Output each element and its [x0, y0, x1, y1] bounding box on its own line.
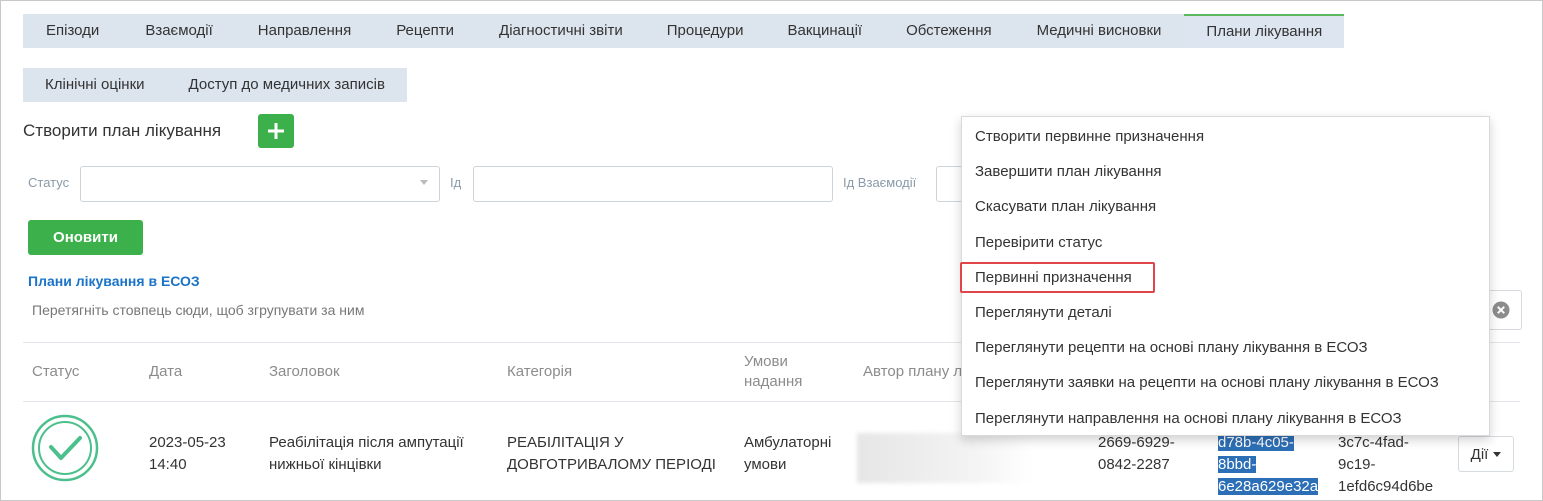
- chevron-down-icon: [420, 180, 428, 185]
- row-title-line2: нижньої кінцівки: [269, 456, 382, 473]
- column-header-status[interactable]: Статус: [32, 362, 79, 382]
- tabs-row-primary: Епізоди Взаємодії Направлення Рецепти Ді…: [23, 14, 1345, 48]
- row-date-day: 2023-05-23: [149, 434, 226, 451]
- row-title: Реабілітація після ампутації нижньої кін…: [269, 432, 464, 476]
- row-id-selected[interactable]: d78b-4c05- 8bbd- 6e28a629e32a: [1218, 432, 1319, 498]
- row-number: 2669-6929- 0842-2287: [1098, 432, 1175, 476]
- tab-encounters[interactable]: Взаємодії: [122, 14, 236, 48]
- menu-item-view-prescription-requests[interactable]: Переглянути заявки на рецепти на основі …: [962, 365, 1489, 400]
- row-category-line2: ДОВГОТРИВАЛОМУ ПЕРІОДІ: [507, 456, 716, 473]
- tab-diagnostic-reports[interactable]: Діагностичні звіти: [477, 14, 645, 48]
- row-category: РЕАБІЛІТАЦІЯ У ДОВГОТРИВАЛОМУ ПЕРІОДІ: [507, 432, 716, 476]
- row-date-time: 14:40: [149, 456, 187, 473]
- close-circle-icon: [1492, 301, 1510, 319]
- row-id-line3: 6e28a629e32a: [1218, 478, 1319, 495]
- tab-prescriptions[interactable]: Рецепти: [373, 14, 478, 48]
- row-title-line1: Реабілітація після ампутації: [269, 434, 464, 451]
- tab-procedures[interactable]: Процедури: [644, 14, 766, 48]
- row-actions-label: Дії: [1470, 445, 1489, 463]
- row-id2: 3c7c-4fad- 9c19- 1efd6c94d6be: [1338, 432, 1433, 498]
- status-filter-select[interactable]: [80, 166, 440, 202]
- plus-icon: [268, 123, 284, 139]
- menu-item-initial-assignments-label: Первинні призначення: [975, 268, 1132, 286]
- row-conditions-line2: умови: [744, 456, 787, 473]
- tab-clinical-assessments[interactable]: Клінічні оцінки: [23, 68, 167, 102]
- column-header-conditions-line1: Умови: [744, 353, 788, 370]
- row-date: 2023-05-23 14:40: [149, 432, 226, 476]
- column-header-conditions-line2: надання: [744, 373, 803, 390]
- id-filter-input[interactable]: [473, 166, 833, 202]
- row-id-line1: d78b-4c05-: [1218, 434, 1294, 451]
- menu-item-view-referrals[interactable]: Переглянути направлення на основі плану …: [962, 401, 1489, 436]
- row-conditions-line1: Амбулаторні: [744, 434, 832, 451]
- id-filter-label: Ід: [450, 175, 462, 190]
- refresh-button[interactable]: Оновити: [28, 220, 143, 255]
- tab-episodes[interactable]: Епізоди: [23, 14, 123, 48]
- menu-item-complete-care-plan[interactable]: Завершити план лікування: [962, 154, 1489, 189]
- menu-item-cancel-care-plan[interactable]: Скасувати план лікування: [962, 189, 1489, 224]
- status-filter-label: Статус: [28, 175, 70, 190]
- tab-medical-records-access[interactable]: Доступ до медичних записів: [166, 68, 407, 102]
- create-care-plan-label: Створити план лікування: [23, 121, 222, 140]
- tab-vaccinations[interactable]: Вакцинації: [765, 14, 885, 48]
- check-circle-icon: [31, 414, 99, 482]
- section-title: Плани лікування в ЕСОЗ: [28, 273, 200, 289]
- row-id2-line2: 9c19-: [1338, 456, 1376, 473]
- caret-down-icon: [1493, 451, 1502, 457]
- menu-item-initial-assignments[interactable]: Первинні призначення: [960, 260, 1489, 295]
- row-id-line2: 8bbd-: [1218, 456, 1257, 473]
- menu-item-check-status[interactable]: Перевірити статус: [962, 225, 1489, 260]
- tab-medical-conclusions[interactable]: Медичні висновки: [1013, 14, 1185, 48]
- menu-item-create-initial-assignment[interactable]: Створити первинне призначення: [962, 119, 1489, 154]
- row-conditions: Амбулаторні умови: [744, 432, 831, 476]
- menu-item-view-prescriptions[interactable]: Переглянути рецепти на основі плану ліку…: [962, 330, 1489, 365]
- tab-observations[interactable]: Обстеження: [884, 14, 1014, 48]
- column-header-conditions[interactable]: Умови надання: [744, 352, 802, 392]
- row-number-line2: 0842-2287: [1098, 456, 1170, 473]
- create-care-plan-button[interactable]: [258, 114, 294, 148]
- row-id2-line3: 1efd6c94d6be: [1338, 478, 1434, 495]
- column-header-author[interactable]: Автор плану л: [863, 362, 962, 382]
- menu-item-view-details[interactable]: Переглянути деталі: [962, 295, 1489, 330]
- group-by-hint[interactable]: Перетягніть стовпець сюди, щоб згрупуват…: [32, 302, 364, 318]
- column-header-date[interactable]: Дата: [149, 362, 182, 382]
- row-category-line1: РЕАБІЛІТАЦІЯ У: [507, 434, 624, 451]
- column-header-title[interactable]: Заголовок: [269, 362, 340, 382]
- redacted-author: [857, 433, 1032, 483]
- tab-referrals[interactable]: Направлення: [235, 14, 374, 48]
- row-actions-button[interactable]: Дії: [1458, 436, 1514, 472]
- actions-dropdown-menu: Створити первинне призначення Завершити …: [960, 116, 1490, 436]
- column-header-category[interactable]: Категорія: [507, 362, 572, 382]
- tabs-row-secondary: Клінічні оцінки Доступ до медичних запис…: [23, 68, 407, 102]
- encounter-id-filter-label: Ід Взаємодії: [843, 175, 917, 190]
- create-care-plan-row: Створити план лікування: [23, 114, 294, 148]
- tab-care-plans[interactable]: Плани лікування: [1184, 14, 1345, 48]
